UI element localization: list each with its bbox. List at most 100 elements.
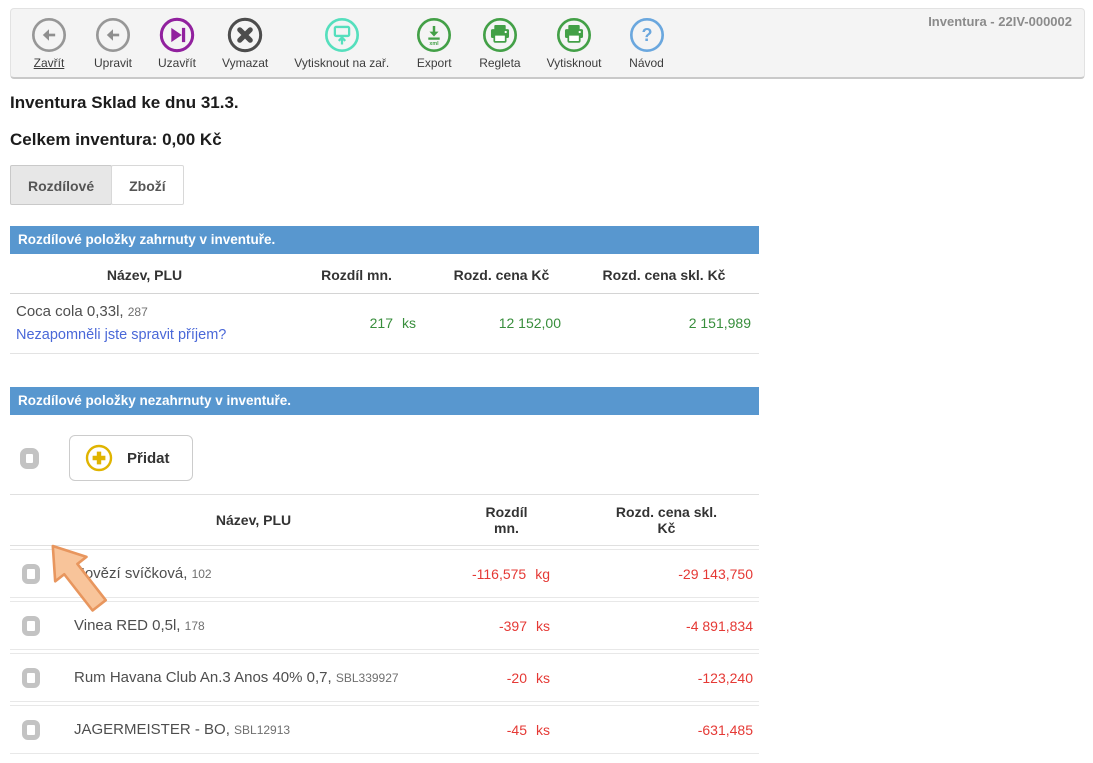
plus-circle-icon: [84, 443, 114, 473]
column-header-stock-price: Rozd. cena skl. Kč: [569, 267, 759, 283]
stock-price-value: 2 151,989: [569, 315, 759, 331]
printer-circle-icon: [481, 16, 519, 54]
column-header-qty: Rozdíl mn.: [439, 504, 574, 536]
excluded-table-header: Název, PLU Rozdíl mn. Rozd. cena skl. Kč: [10, 494, 759, 546]
price-value: 12 152,00: [434, 315, 569, 331]
column-header-price: Rozd. cena Kč: [434, 267, 569, 283]
toolbar: Zavřít Upravit Uzavřít Vymazat V: [10, 8, 1085, 79]
toolbar-label: Upravit: [94, 56, 132, 70]
column-header-qty: Rozdíl mn.: [279, 267, 434, 283]
page-title: Inventura Sklad ke dnu 31.3.: [10, 93, 759, 113]
qty-unit: ks: [536, 722, 550, 738]
table-row: Rum Havana Club An.3 Anos 40% 0,7 SBL339…: [10, 653, 759, 702]
table-row: Vinea RED 0,5l 178 -397 ks -4 891,834: [10, 601, 759, 650]
stock-price-value: -631,485: [574, 722, 759, 738]
toolbar-label: Vytisknout na zař.: [294, 56, 389, 70]
item-name-cell: Vinea RED 0,5l 178: [68, 617, 439, 634]
section-header-excluded: Rozdílové položky nezahrnuty v inventuře…: [10, 387, 759, 415]
qty-cell: -116,575 kg: [439, 566, 574, 582]
toolbar-button-regleta[interactable]: Regleta: [466, 16, 533, 70]
stock-price-value: -4 891,834: [574, 618, 759, 634]
select-all-checkbox[interactable]: [20, 448, 39, 469]
printer-circle-icon: [555, 16, 593, 54]
toolbar-button-zavrit[interactable]: Zavřít: [17, 16, 81, 70]
qty-cell: -397 ks: [439, 618, 574, 634]
toolbar-button-vytisknout-na-zar[interactable]: Vytisknout na zař.: [281, 16, 402, 70]
qty-cell: -20 ks: [439, 670, 574, 686]
item-plu: SBL12913: [234, 723, 290, 737]
item-name-cell: Rum Havana Club An.3 Anos 40% 0,7 SBL339…: [68, 669, 439, 686]
item-plu: SBL339927: [336, 671, 399, 685]
tab-rozdilove[interactable]: Rozdílové: [10, 165, 112, 205]
toolbar-label: Vytisknout: [547, 56, 602, 70]
qty-unit: kg: [535, 566, 550, 582]
export-xml-circle-icon: xml: [415, 16, 453, 54]
toolbar-button-export[interactable]: xml Export: [402, 16, 466, 70]
qty-value: -20: [507, 670, 527, 686]
toolbar-label: Zavřít: [34, 56, 65, 70]
qty-cell: -45 ks: [439, 722, 574, 738]
arrow-left-circle-icon: [30, 16, 68, 54]
qty-cell: 217 ks: [279, 315, 434, 331]
toolbar-button-vymazat[interactable]: Vymazat: [209, 16, 281, 70]
table-row: Coca cola 0,33l 287 Nezapomněli jste spr…: [10, 294, 759, 354]
qty-value: -45: [507, 722, 527, 738]
add-button-label: Přidat: [127, 450, 170, 467]
column-header-name: Název, PLU: [10, 267, 279, 283]
checkbox-cell: [10, 564, 68, 584]
tab-zbozi[interactable]: Zboží: [111, 165, 184, 205]
row-checkbox[interactable]: [22, 720, 40, 740]
skip-to-end-circle-icon: [158, 16, 196, 54]
checkbox-cell: [10, 616, 68, 636]
table-row: Hovězí svíčková 102 -116,575 kg -29 143,…: [10, 549, 759, 598]
toolbar-label: Vymazat: [222, 56, 268, 70]
toolbar-label: Návod: [629, 56, 664, 70]
item-name-cell: Coca cola 0,33l 287 Nezapomněli jste spr…: [10, 303, 279, 343]
qty-unit: ks: [402, 315, 416, 331]
included-items-section: Rozdílové položky zahrnuty v inventuře. …: [10, 226, 759, 354]
included-table-header: Název, PLU Rozdíl mn. Rozd. cena Kč Rozd…: [10, 256, 759, 294]
section-header-included: Rozdílové položky zahrnuty v inventuře.: [10, 226, 759, 254]
item-name: Coca cola 0,33l: [16, 303, 124, 320]
item-name: Rum Havana Club An.3 Anos 40% 0,7: [74, 669, 332, 686]
column-header-name: Název, PLU: [68, 512, 439, 528]
print-to-device-circle-icon: [323, 16, 361, 54]
inventory-total: Celkem inventura: 0,00 Kč: [10, 130, 759, 150]
item-plu: 102: [192, 567, 212, 581]
qty-value: 217: [370, 315, 393, 331]
document-reference: Inventura - 22IV-000002: [928, 14, 1072, 29]
fix-receipt-link[interactable]: Nezapomněli jste spravit příjem?: [16, 327, 279, 343]
toolbar-label: Export: [417, 56, 452, 70]
x-circle-icon: [226, 16, 264, 54]
qty-value: -397: [499, 618, 527, 634]
stock-price-value: -123,240: [574, 670, 759, 686]
main-content: Inventura Sklad ke dnu 31.3. Celkem inve…: [10, 93, 759, 754]
svg-text:?: ?: [641, 25, 652, 45]
checkbox-cell: [10, 720, 68, 740]
item-name: Vinea RED 0,5l: [74, 617, 180, 634]
row-checkbox[interactable]: [22, 564, 40, 584]
toolbar-button-navod[interactable]: ? Návod: [615, 16, 679, 70]
stock-price-value: -29 143,750: [574, 566, 759, 582]
column-header-stock-price: Rozd. cena skl. Kč: [574, 504, 759, 536]
add-button[interactable]: Přidat: [69, 435, 193, 481]
question-circle-icon: ?: [628, 16, 666, 54]
toolbar-label: Regleta: [479, 56, 520, 70]
toolbar-button-uzavrit[interactable]: Uzavřít: [145, 16, 209, 70]
toolbar-button-vytisknout[interactable]: Vytisknout: [534, 16, 615, 70]
svg-text:xml: xml: [430, 41, 440, 47]
row-checkbox[interactable]: [22, 668, 40, 688]
excluded-items-section: Rozdílové položky nezahrnuty v inventuře…: [10, 387, 759, 754]
qty-unit: ks: [536, 670, 550, 686]
row-checkbox[interactable]: [22, 616, 40, 636]
item-name: JAGERMEISTER - BO: [74, 721, 230, 738]
qty-unit: ks: [536, 618, 550, 634]
item-plu: 287: [128, 305, 148, 319]
add-item-row: Přidat: [10, 434, 759, 482]
table-row: JAGERMEISTER - BO SBL12913 -45 ks -631,4…: [10, 705, 759, 754]
toolbar-label: Uzavřít: [158, 56, 196, 70]
checkbox-cell: [10, 668, 68, 688]
item-name-cell: JAGERMEISTER - BO SBL12913: [68, 721, 439, 738]
item-name-cell: Hovězí svíčková 102: [68, 565, 439, 582]
toolbar-button-upravit[interactable]: Upravit: [81, 16, 145, 70]
